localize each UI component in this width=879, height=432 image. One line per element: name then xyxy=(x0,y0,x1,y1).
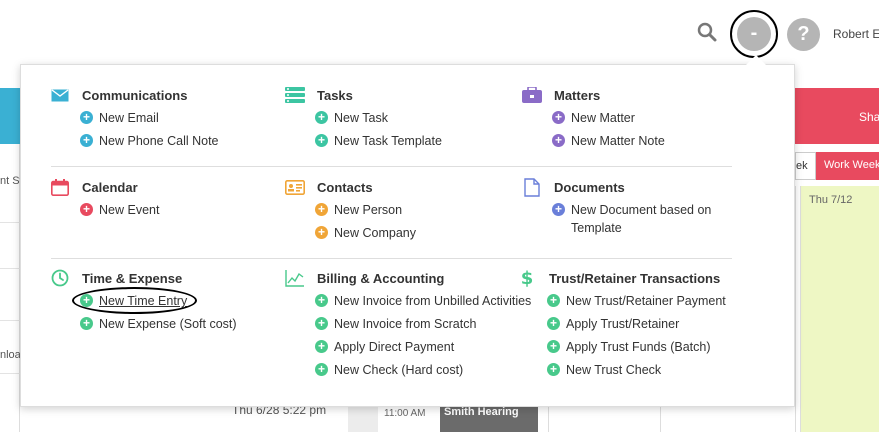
menu-item-trust-payment[interactable]: + New Trust/Retainer Payment xyxy=(547,292,726,310)
envelope-icon xyxy=(50,86,70,104)
plus-icon: + xyxy=(552,203,565,216)
menu-item-new-expense[interactable]: + New Expense (Soft cost) xyxy=(80,315,237,333)
menu-item-new-matter[interactable]: + New Matter xyxy=(552,109,665,127)
menu-caret xyxy=(746,55,766,65)
row-divider xyxy=(0,373,20,374)
row-divider xyxy=(0,222,20,223)
row-divider xyxy=(0,268,20,269)
section-title: Trust/Retainer Transactions xyxy=(549,270,721,286)
section-calendar: Calendar + New Event xyxy=(50,178,159,219)
clock-icon xyxy=(50,269,70,287)
task-list-icon xyxy=(285,86,305,104)
section-matters: Matters + New Matter + New Matter Note xyxy=(522,86,665,150)
menu-item-new-email[interactable]: + New Email xyxy=(80,109,219,127)
plus-icon: + xyxy=(80,111,93,124)
menu-item-new-task[interactable]: + New Task xyxy=(315,109,442,127)
calendar-column-line xyxy=(548,407,549,432)
menu-item-apply-direct-payment[interactable]: + Apply Direct Payment xyxy=(315,338,531,356)
plus-icon: + xyxy=(315,317,328,330)
share-button[interactable]: Sha xyxy=(795,88,879,144)
section-billing: Billing & Accounting + New Invoice from U… xyxy=(285,269,531,379)
highlight-ring xyxy=(72,287,197,314)
document-icon xyxy=(522,177,542,197)
plus-icon: + xyxy=(315,203,328,216)
section-title: Matters xyxy=(554,87,601,103)
plus-icon: + xyxy=(80,134,93,147)
plus-icon: + xyxy=(315,294,328,307)
menu-item-apply-trust-batch[interactable]: + Apply Trust Funds (Batch) xyxy=(547,338,726,356)
plus-icon: + xyxy=(315,363,328,376)
plus-icon: + xyxy=(315,134,328,147)
contact-card-icon xyxy=(285,178,305,196)
menu-item-new-phone-call-note[interactable]: + New Phone Call Note xyxy=(80,132,219,150)
plus-icon: + xyxy=(547,294,560,307)
tab-work-week[interactable]: Work Week xyxy=(816,152,879,180)
section-title: Contacts xyxy=(317,179,373,195)
day-header: Thu 7/12 xyxy=(809,194,853,206)
time-slot-label: 11:00 AM xyxy=(384,408,426,419)
plus-icon: + xyxy=(315,340,328,353)
menu-item-new-matter-note[interactable]: + New Matter Note xyxy=(552,132,665,150)
dollar-icon: $ xyxy=(517,268,537,288)
calendar-event[interactable]: Smith Hearing xyxy=(440,404,538,432)
section-title: Calendar xyxy=(82,179,138,195)
briefcase-icon xyxy=(522,86,542,104)
plus-icon: + xyxy=(552,134,565,147)
section-title: Billing & Accounting xyxy=(317,270,445,286)
tab-week[interactable]: ek xyxy=(795,152,816,180)
menu-item-new-company[interactable]: + New Company xyxy=(315,224,416,242)
user-menu[interactable]: Robert E xyxy=(833,27,879,41)
section-trust: $ Trust/Retainer Transactions + New Trust… xyxy=(517,268,726,379)
background-row-text: nt Sy xyxy=(0,175,20,187)
menu-item-new-document-template[interactable]: + New Document based on Template xyxy=(552,201,712,237)
section-title: Tasks xyxy=(317,87,353,103)
background-header-band xyxy=(0,88,20,144)
calendar-icon xyxy=(50,178,70,196)
plus-icon: + xyxy=(547,317,560,330)
section-documents: Documents + New Document based on Templat… xyxy=(522,177,722,237)
calendar-view-tabs: ek Work Week xyxy=(795,152,879,180)
section-tasks: Tasks + New Task + New Task Template xyxy=(285,86,442,150)
calendar-column-line xyxy=(660,407,661,432)
help-button[interactable]: ? xyxy=(787,18,820,51)
calendar-day-column[interactable]: Thu 7/12 xyxy=(800,186,879,432)
plus-icon: + xyxy=(80,203,93,216)
plus-icon: + xyxy=(315,111,328,124)
menu-item-new-check[interactable]: + New Check (Hard cost) xyxy=(315,361,531,379)
menu-item-apply-trust[interactable]: + Apply Trust/Retainer xyxy=(547,315,726,333)
background-left-list: nt Sy nloa xyxy=(0,144,20,432)
background-row-text: nloa xyxy=(0,349,20,361)
section-divider xyxy=(51,258,732,259)
search-icon[interactable] xyxy=(697,22,717,42)
menu-item-new-task-template[interactable]: + New Task Template xyxy=(315,132,442,150)
plus-icon: + xyxy=(315,226,328,239)
svg-text:$: $ xyxy=(521,268,534,288)
menu-item-new-event[interactable]: + New Event xyxy=(80,201,159,219)
menu-item-trust-check[interactable]: + New Trust Check xyxy=(547,361,726,379)
plus-icon: + xyxy=(552,111,565,124)
menu-item-invoice-unbilled[interactable]: + New Invoice from Unbilled Activities xyxy=(315,292,531,310)
plus-icon: + xyxy=(80,317,93,330)
section-contacts: Contacts + New Person + New Company xyxy=(285,178,416,242)
chart-line-icon xyxy=(285,269,305,287)
highlight-ring xyxy=(730,10,778,58)
plus-icon: + xyxy=(547,363,560,376)
section-title: Communications xyxy=(82,87,188,103)
section-title: Time & Expense xyxy=(82,270,183,286)
background-gutter xyxy=(348,407,378,432)
plus-icon: + xyxy=(547,340,560,353)
row-divider xyxy=(0,320,20,321)
section-divider xyxy=(51,166,732,167)
menu-item-new-person[interactable]: + New Person xyxy=(315,201,416,219)
section-title: Documents xyxy=(554,179,625,195)
section-communications: Communications + New Email + New Phone Cal… xyxy=(50,86,219,150)
menu-item-invoice-scratch[interactable]: + New Invoice from Scratch xyxy=(315,315,531,333)
